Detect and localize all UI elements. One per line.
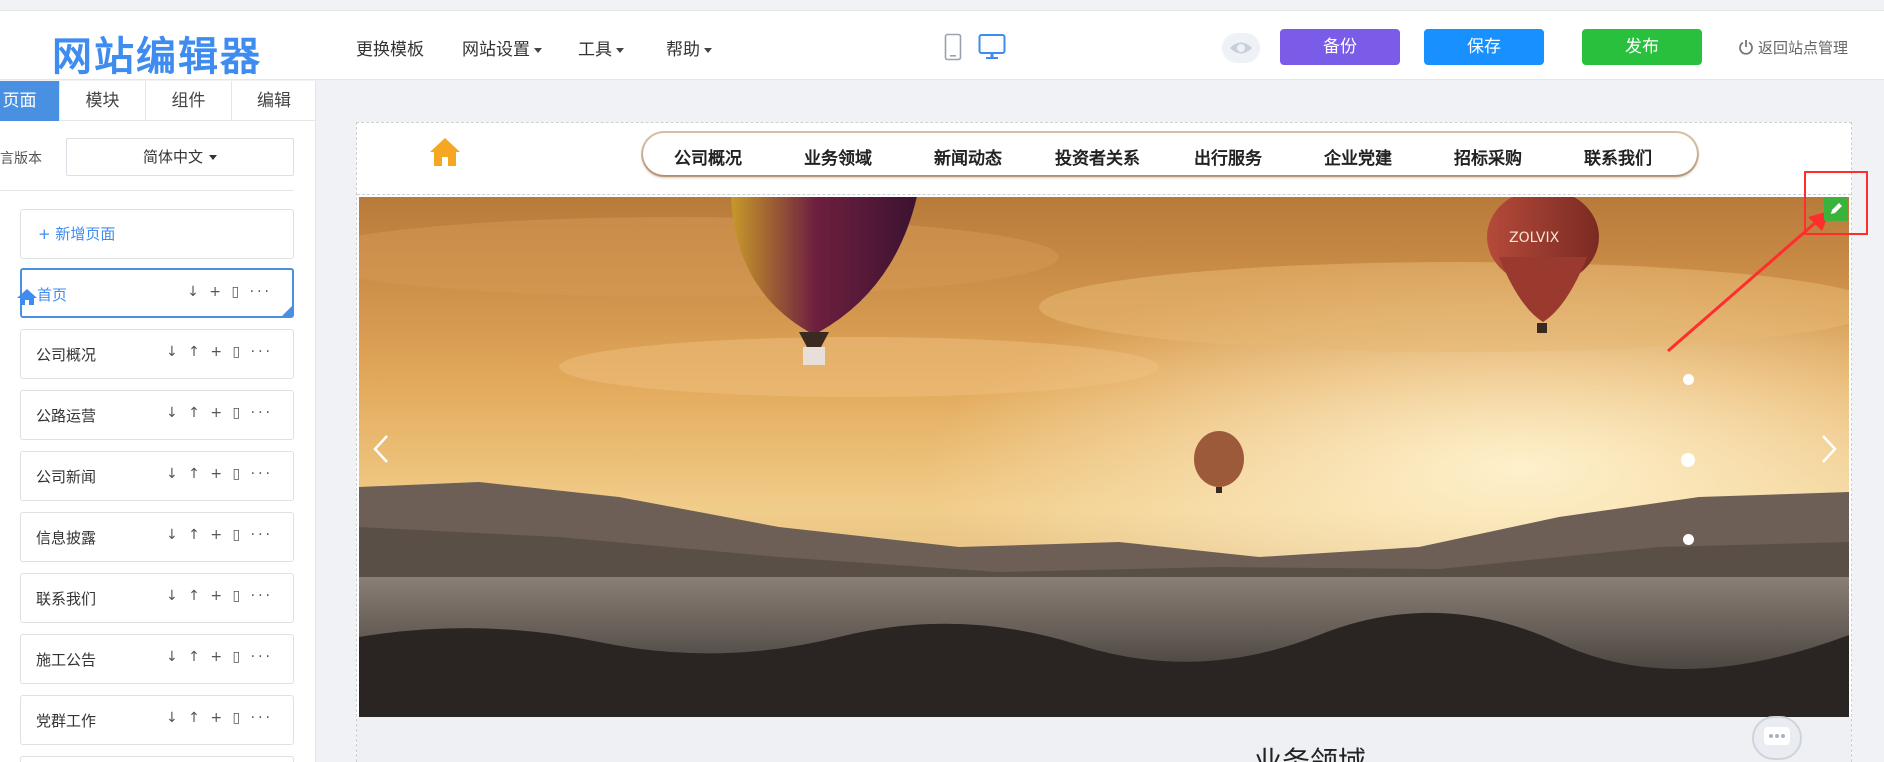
hero-banner-carousel[interactable]: ZOLVIX bbox=[359, 197, 1849, 717]
page-item[interactable]: 公司概况 ↓ ↑ + ▯ ··· bbox=[20, 329, 294, 379]
page-actions[interactable]: ↓ ↑ + ▯ ··· bbox=[166, 344, 273, 360]
save-button[interactable]: 保存 bbox=[1424, 29, 1544, 65]
page-item[interactable]: 信息披露 ↓ ↑ + ▯ ··· bbox=[20, 512, 294, 562]
caret-down-icon bbox=[704, 47, 712, 53]
language-version-label: 语言版本 bbox=[0, 151, 42, 167]
left-panel: 页面 模块 组件 编辑 语言版本 简体中文 + 新增页面 首页 ↓ + ▯ ··… bbox=[0, 81, 316, 762]
eye-icon bbox=[1230, 42, 1252, 54]
pencil-icon bbox=[1831, 203, 1842, 214]
page-name: 信息披露 bbox=[36, 529, 97, 547]
tab-modules[interactable]: 模块 bbox=[60, 81, 146, 121]
site-header[interactable]: 公司概况 业务领域 新闻动态 投资者关系 出行服务 企业党建 招标采购 联系我们 bbox=[357, 123, 1851, 195]
publish-button[interactable]: 发布 bbox=[1582, 29, 1702, 65]
change-template-menu[interactable]: 更换模板 bbox=[356, 35, 424, 60]
page-name: 公司概况 bbox=[36, 346, 97, 364]
back-to-site-admin-label: 返回站点管理 bbox=[1758, 39, 1849, 57]
page-name: 首页 bbox=[37, 286, 68, 304]
caret-down-icon bbox=[534, 47, 542, 53]
site-nav-item[interactable]: 公司概况 bbox=[674, 144, 742, 169]
page-actions[interactable]: ↓ ↑ + ▯ ··· bbox=[166, 405, 273, 421]
site-nav-item[interactable]: 联系我们 bbox=[1584, 144, 1652, 169]
page-actions[interactable]: ↓ ↑ + ▯ ··· bbox=[166, 710, 273, 726]
page-actions[interactable]: ↓ + ▯ ··· bbox=[187, 284, 272, 300]
resize-corner bbox=[282, 306, 292, 316]
site-nav-item[interactable]: 出行服务 bbox=[1194, 144, 1262, 169]
site-nav-item[interactable]: 新闻动态 bbox=[934, 144, 1002, 169]
site-nav-item[interactable]: 企业党建 bbox=[1324, 144, 1392, 169]
chevron-right-icon[interactable] bbox=[1819, 433, 1839, 465]
change-template-label: 更换模板 bbox=[356, 40, 424, 60]
tab-components[interactable]: 组件 bbox=[146, 81, 232, 121]
back-to-site-admin-link[interactable]: 返回站点管理 bbox=[1738, 37, 1848, 59]
app-logo: 网站编辑器 bbox=[52, 34, 262, 80]
page-item[interactable]: 联系我们 ↓ ↑ + ▯ ··· bbox=[20, 573, 294, 623]
module-edit-button[interactable] bbox=[1824, 197, 1848, 221]
add-page-button[interactable]: + 新增页面 bbox=[20, 209, 294, 259]
page-actions[interactable]: ↓ ↑ + ▯ ··· bbox=[166, 466, 273, 482]
page-item[interactable]: 党群工作 ↓ ↑ + ▯ ··· bbox=[20, 695, 294, 745]
desktop-device-icon[interactable] bbox=[978, 33, 1006, 65]
help-label: 帮助 bbox=[666, 40, 700, 60]
site-nav-item[interactable]: 投资者关系 bbox=[1055, 144, 1140, 169]
home-icon bbox=[16, 288, 38, 310]
editor-root: 网站编辑器 更换模板 网站设置 工具 帮助 备份 保存 发布 返回站点管理 页面… bbox=[0, 0, 1884, 762]
power-icon bbox=[1738, 39, 1754, 59]
site-nav-bar: 公司概况 业务领域 新闻动态 投资者关系 出行服务 企业党建 招标采购 联系我们 bbox=[643, 133, 1697, 175]
page-actions[interactable]: ↓ ↑ + ▯ ··· bbox=[166, 588, 273, 604]
site-settings-menu[interactable]: 网站设置 bbox=[462, 35, 542, 60]
balloon-brand-text: ZOLVIX bbox=[1509, 230, 1560, 246]
page-item[interactable]: 施工公告 ↓ ↑ + ▯ ··· bbox=[20, 634, 294, 684]
tab-edit[interactable]: 编辑 bbox=[232, 81, 315, 121]
tab-pages[interactable]: 页面 bbox=[0, 81, 60, 121]
chat-widget-button[interactable] bbox=[1752, 716, 1802, 760]
site-nav-item[interactable]: 业务领域 bbox=[804, 144, 872, 169]
page-name: 联系我们 bbox=[36, 590, 97, 608]
tools-menu[interactable]: 工具 bbox=[578, 35, 624, 60]
language-select[interactable]: 简体中文 bbox=[66, 138, 294, 176]
chevron-left-icon[interactable] bbox=[371, 433, 391, 465]
page-name: 公路运营 bbox=[36, 407, 97, 425]
carousel-dot-active[interactable] bbox=[1681, 453, 1695, 467]
page-actions[interactable]: ↓ ↑ + ▯ ··· bbox=[166, 649, 273, 665]
red-arrow bbox=[1667, 211, 1830, 353]
home-icon[interactable] bbox=[429, 137, 461, 171]
page-item-home[interactable]: 首页 ↓ + ▯ ··· bbox=[17, 268, 294, 318]
site-nav-item[interactable]: 招标采购 bbox=[1454, 144, 1522, 169]
page-actions[interactable]: ↓ ↑ + ▯ ··· bbox=[166, 527, 273, 543]
page-item[interactable]: 公司新闻 ↓ ↑ + ▯ ··· bbox=[20, 451, 294, 501]
page-name: 党群工作 bbox=[36, 712, 97, 730]
divider bbox=[0, 190, 294, 191]
hero-banner-image: ZOLVIX bbox=[359, 197, 1849, 717]
page-name: 公司新闻 bbox=[36, 468, 97, 486]
site-canvas: 公司概况 业务领域 新闻动态 投资者关系 出行服务 企业党建 招标采购 联系我们 bbox=[356, 122, 1852, 762]
business-section bbox=[357, 717, 1851, 762]
language-value: 简体中文 bbox=[142, 148, 203, 166]
backup-button[interactable]: 备份 bbox=[1280, 29, 1400, 65]
caret-down-icon bbox=[209, 155, 217, 160]
page-name: 施工公告 bbox=[36, 651, 97, 669]
page-item[interactable]: 公路运营 ↓ ↑ + ▯ ··· bbox=[20, 390, 294, 440]
page-item[interactable] bbox=[20, 756, 294, 762]
chat-icon bbox=[1764, 727, 1790, 745]
carousel-dot[interactable] bbox=[1683, 374, 1694, 385]
caret-down-icon bbox=[616, 47, 624, 53]
site-settings-label: 网站设置 bbox=[462, 40, 530, 60]
help-menu[interactable]: 帮助 bbox=[666, 35, 712, 60]
mobile-device-icon[interactable] bbox=[944, 33, 962, 65]
preview-eye-button[interactable] bbox=[1222, 33, 1260, 63]
section-title: 业务领域 bbox=[1254, 745, 1367, 762]
panel-tabs: 页面 模块 组件 编辑 bbox=[0, 81, 315, 121]
top-toolbar: 网站编辑器 更换模板 网站设置 工具 帮助 备份 保存 发布 返回站点管理 bbox=[0, 10, 1884, 80]
carousel-dot[interactable] bbox=[1683, 534, 1694, 545]
tools-label: 工具 bbox=[578, 40, 612, 60]
